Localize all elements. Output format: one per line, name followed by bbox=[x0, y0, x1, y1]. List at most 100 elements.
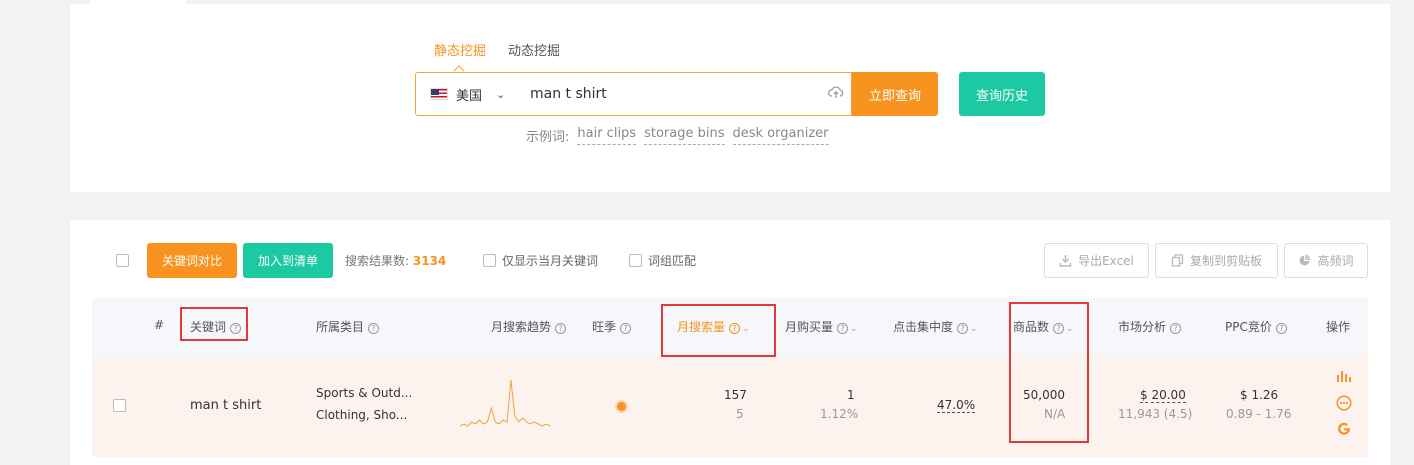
col-click-concentration-label: 点击集中度 bbox=[893, 320, 954, 334]
keyword-compare-button[interactable]: 关键词对比 bbox=[147, 243, 237, 278]
row-purchase-rate: 1.12% bbox=[820, 407, 859, 421]
pie-chart-icon bbox=[1300, 254, 1311, 266]
col-category[interactable]: 所属类目? bbox=[316, 318, 380, 335]
export-label: 导出Excel bbox=[1078, 254, 1134, 268]
ppc-currency: $ bbox=[1240, 388, 1248, 402]
help-icon[interactable]: ? bbox=[1275, 323, 1287, 334]
row-ppc-bid: $ 1.26 bbox=[1240, 388, 1278, 402]
help-icon[interactable]: ? bbox=[555, 323, 567, 334]
table-header: # 关键词? 所属类目? 月搜索趋势? 旺季? 月搜索量? ⌄ 月购买量? ⌄ 点击… bbox=[92, 298, 1368, 355]
sort-down-icon[interactable]: ⌄ bbox=[742, 324, 750, 334]
select-all-checkbox[interactable] bbox=[116, 254, 129, 267]
row-ppc-range: 0.89 - 1.76 bbox=[1226, 407, 1292, 421]
col-monthly-search[interactable]: 月搜索量? ⌄ bbox=[677, 318, 750, 335]
example-link[interactable]: hair clips bbox=[577, 126, 637, 145]
col-ppc[interactable]: PPC竞价? bbox=[1225, 318, 1287, 335]
phrase-match-option[interactable]: 词组匹配 bbox=[629, 252, 696, 269]
col-market-analysis[interactable]: 市场分析? bbox=[1118, 318, 1182, 335]
phrase-match-checkbox[interactable] bbox=[629, 254, 642, 267]
col-actions: 操作 bbox=[1326, 320, 1351, 334]
sort-down-icon[interactable]: ⌄ bbox=[1066, 324, 1074, 334]
example-link[interactable]: storage bins bbox=[644, 126, 725, 145]
market-price-value: 20.00 bbox=[1151, 388, 1186, 403]
examples-label: 示例词: bbox=[526, 130, 570, 145]
row-market-price[interactable]: $ 20.00 bbox=[1140, 388, 1186, 403]
help-icon[interactable]: ? bbox=[729, 323, 741, 334]
col-market-analysis-label: 市场分析 bbox=[1118, 320, 1167, 334]
more-options-icon[interactable] bbox=[1335, 395, 1353, 415]
help-icon[interactable]: ? bbox=[1053, 323, 1065, 334]
row-monthly-purchase: 1 bbox=[847, 388, 855, 402]
current-month-only-option[interactable]: 仅显示当月关键词 bbox=[483, 252, 598, 269]
row-category-2[interactable]: Clothing, Sho... bbox=[316, 408, 407, 422]
freq-label: 高频词 bbox=[1317, 254, 1354, 268]
country-label: 美国 bbox=[456, 88, 483, 104]
row-category-1[interactable]: Sports & Outd... bbox=[316, 386, 412, 400]
current-month-checkbox[interactable] bbox=[483, 254, 496, 267]
row-checkbox[interactable] bbox=[113, 399, 126, 412]
country-select[interactable]: 美国 ⌄ bbox=[416, 85, 528, 104]
help-icon[interactable]: ? bbox=[230, 323, 242, 334]
ppc-bid-value: 1.26 bbox=[1251, 388, 1279, 402]
google-search-icon[interactable] bbox=[1335, 421, 1353, 441]
chevron-down-icon: ⌄ bbox=[496, 87, 506, 101]
help-icon[interactable]: ? bbox=[837, 323, 849, 334]
col-season[interactable]: 旺季? bbox=[592, 318, 632, 335]
result-count: 搜索结果数: 3134 bbox=[345, 252, 446, 269]
table-row[interactable]: man t shirt Sports & Outd... Clothing, S… bbox=[92, 355, 1368, 457]
copy-label: 复制到剪贴板 bbox=[1189, 254, 1262, 268]
us-flag-icon bbox=[430, 88, 448, 100]
keyword-input[interactable] bbox=[528, 73, 821, 115]
result-count-label: 搜索结果数: bbox=[345, 254, 410, 268]
col-monthly-purchase[interactable]: 月购买量? ⌄ bbox=[785, 318, 858, 335]
col-monthly-purchase-label: 月购买量 bbox=[785, 320, 834, 334]
col-keyword[interactable]: 关键词? bbox=[190, 318, 242, 335]
history-button[interactable]: 查询历史 bbox=[959, 72, 1045, 116]
results-panel: 关键词对比 加入到清单 搜索结果数: 3134 仅显示当月关键词 词组匹配 导出… bbox=[70, 220, 1390, 465]
row-product-count-sub: N/A bbox=[1044, 407, 1066, 421]
sort-down-icon[interactable]: ⌄ bbox=[970, 324, 978, 334]
query-button[interactable]: 立即查询 bbox=[852, 72, 938, 116]
example-keywords: 示例词: hair clips storage bins desk organi… bbox=[526, 126, 829, 145]
trend-sparkline[interactable] bbox=[457, 377, 553, 429]
mode-tabs: 静态挖掘 动态挖掘 bbox=[434, 40, 560, 59]
copy-icon bbox=[1171, 254, 1184, 267]
result-count-value: 3134 bbox=[412, 254, 447, 268]
col-trend[interactable]: 月搜索趋势? bbox=[491, 318, 567, 335]
download-icon bbox=[1059, 255, 1072, 267]
trend-line bbox=[459, 379, 551, 427]
row-monthly-search-rank: 5 bbox=[736, 407, 744, 421]
add-to-list-button[interactable]: 加入到清单 bbox=[243, 243, 333, 278]
current-month-label: 仅显示当月关键词 bbox=[502, 254, 599, 268]
tab-dynamic-mining[interactable]: 动态挖掘 bbox=[508, 40, 560, 59]
help-icon[interactable]: ? bbox=[957, 323, 969, 334]
bar-chart-icon[interactable] bbox=[1335, 369, 1353, 387]
col-monthly-search-label: 月搜索量 bbox=[677, 320, 726, 334]
row-click-concentration[interactable]: 47.0% bbox=[937, 398, 976, 413]
cloud-upload-icon[interactable] bbox=[821, 85, 851, 103]
tab-static-mining[interactable]: 静态挖掘 bbox=[434, 40, 486, 59]
col-season-label: 旺季 bbox=[592, 320, 617, 334]
col-category-label: 所属类目 bbox=[316, 320, 365, 334]
phrase-match-label: 词组匹配 bbox=[648, 254, 697, 268]
frequent-words-button[interactable]: 高频词 bbox=[1284, 243, 1368, 278]
help-icon[interactable]: ? bbox=[368, 323, 380, 334]
col-index: # bbox=[154, 318, 165, 332]
example-link[interactable]: desk organizer bbox=[732, 126, 829, 145]
col-ppc-label: PPC竞价 bbox=[1225, 320, 1272, 334]
row-keyword[interactable]: man t shirt bbox=[190, 398, 261, 413]
help-icon[interactable]: ? bbox=[620, 323, 632, 334]
col-product-count[interactable]: 商品数? ⌄ bbox=[1013, 318, 1074, 335]
sort-down-icon[interactable]: ⌄ bbox=[850, 324, 858, 334]
row-product-count: 50,000 bbox=[1023, 388, 1065, 402]
col-product-count-label: 商品数 bbox=[1013, 320, 1050, 334]
export-excel-button[interactable]: 导出Excel bbox=[1044, 243, 1149, 278]
col-click-concentration[interactable]: 点击集中度? ⌄ bbox=[893, 318, 978, 335]
market-currency: $ bbox=[1140, 388, 1148, 403]
col-trend-label: 月搜索趋势 bbox=[491, 320, 552, 334]
help-icon[interactable]: ? bbox=[1170, 323, 1182, 334]
row-monthly-search: 157 bbox=[724, 388, 747, 402]
copy-clipboard-button[interactable]: 复制到剪贴板 bbox=[1155, 243, 1278, 278]
season-indicator bbox=[617, 402, 626, 411]
row-market-reviews: 11,943 (4.5) bbox=[1118, 407, 1193, 421]
